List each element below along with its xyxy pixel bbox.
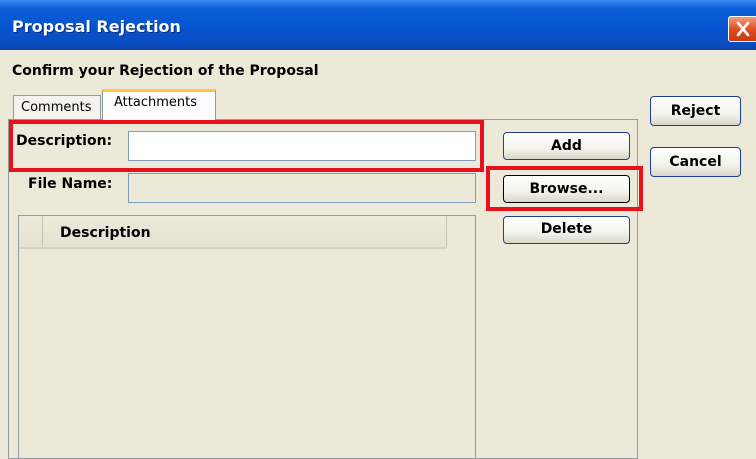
tab-attachments[interactable]: Attachments — [102, 89, 216, 120]
attachments-table[interactable]: Description — [18, 215, 476, 459]
description-input[interactable] — [128, 131, 476, 161]
table-header-select-column[interactable] — [19, 216, 43, 247]
tab-comments-label: Comments — [21, 100, 92, 115]
table-header: Description — [19, 216, 447, 249]
close-button[interactable] — [728, 16, 756, 42]
close-icon — [736, 21, 750, 37]
proposal-rejection-dialog: Proposal Rejection Confirm your Rejectio… — [0, 0, 756, 459]
file-name-label: File Name: — [28, 176, 113, 192]
reject-button[interactable]: Reject — [650, 96, 741, 126]
delete-button[interactable]: Delete — [503, 216, 630, 244]
dialog-subtitle: Confirm your Rejection of the Proposal — [12, 63, 319, 79]
tab-attachments-label: Attachments — [114, 95, 197, 110]
browse-button[interactable]: Browse... — [503, 175, 630, 203]
tab-comments[interactable]: Comments — [13, 95, 101, 119]
cancel-button[interactable]: Cancel — [650, 147, 741, 177]
window-title: Proposal Rejection — [12, 17, 181, 36]
add-button[interactable]: Add — [503, 132, 630, 160]
file-name-field[interactable] — [128, 173, 476, 203]
title-bar[interactable]: Proposal Rejection — [0, 0, 756, 50]
description-label: Description: — [16, 133, 113, 149]
table-header-description[interactable]: Description — [43, 216, 447, 247]
